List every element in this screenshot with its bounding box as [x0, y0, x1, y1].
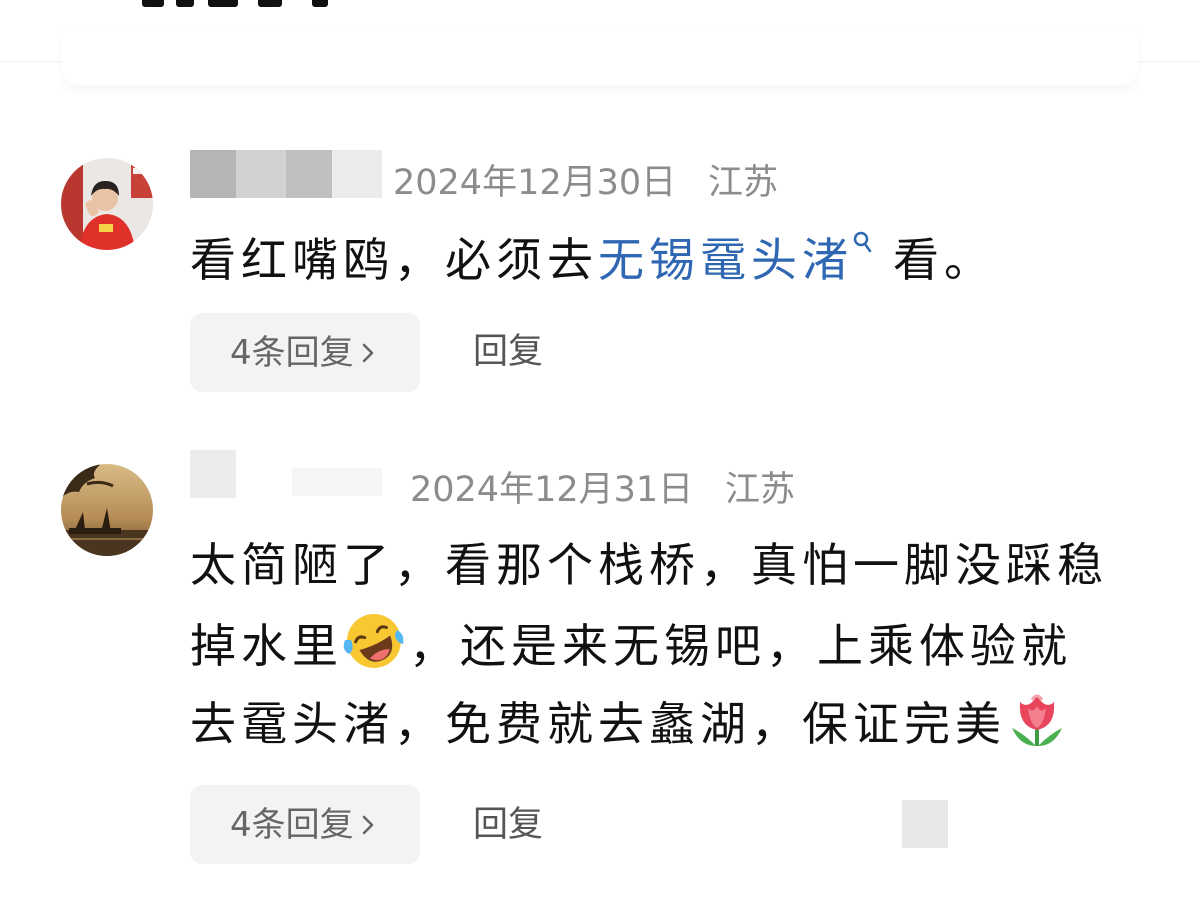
header-card-edge: [62, 30, 1138, 85]
comment-text-part: 掉水里: [190, 619, 343, 673]
comment-date: 2024年12月30日: [393, 163, 677, 203]
chevron-right-icon: [362, 343, 373, 362]
comment-date: 2024年12月31日: [410, 470, 694, 510]
search-icon[interactable]: [851, 230, 873, 254]
avatar[interactable]: [61, 158, 153, 250]
comment-text-line: 太简陋了，看那个栈桥，真怕一脚没踩稳: [190, 538, 1108, 592]
place-link[interactable]: 无锡鼋头渚: [598, 233, 853, 287]
reply-button[interactable]: 回复: [473, 332, 543, 372]
avatar-image: [61, 158, 153, 250]
tulip-emoji: [1012, 694, 1062, 746]
view-replies-button[interactable]: 4条回复: [190, 313, 420, 392]
comment-text-part: ，还是来无锡吧，上乘体验就: [409, 619, 1072, 673]
comment-location: 江苏: [708, 163, 779, 203]
comment-text-part: 看红嘴鸥，必须去: [190, 233, 598, 287]
comment-text: 看红嘴鸥，必须去无锡鼋头渚 看。: [190, 230, 995, 290]
chevron-right-icon: [362, 815, 373, 834]
laughing-tears-emoji: [343, 614, 404, 668]
avatar[interactable]: [61, 464, 153, 556]
comment-text-line: 去鼋头渚，免费就去蠡湖，保证完美: [190, 688, 1072, 754]
comment-text-part: 去鼋头渚，免费就去蠡湖，保证完美: [190, 697, 1006, 751]
comment-text-part: 看。: [893, 233, 995, 287]
view-replies-label: 4条回复: [230, 332, 354, 373]
view-replies-label: 4条回复: [230, 804, 354, 845]
reply-button[interactable]: 回复: [473, 805, 543, 845]
avatar-image: [61, 464, 153, 556]
blurred-placeholder: [902, 800, 948, 848]
comment-text-line: 掉水里 ，还是来无锡吧，上乘体验就: [190, 610, 1072, 676]
comment-screen: 2024年12月30日 江苏 看红嘴鸥，必须去无锡鼋头渚看。 4条回复 回复: [0, 0, 1200, 900]
comment-location: 江苏: [725, 470, 796, 510]
view-replies-button[interactable]: 4条回复: [190, 785, 420, 864]
